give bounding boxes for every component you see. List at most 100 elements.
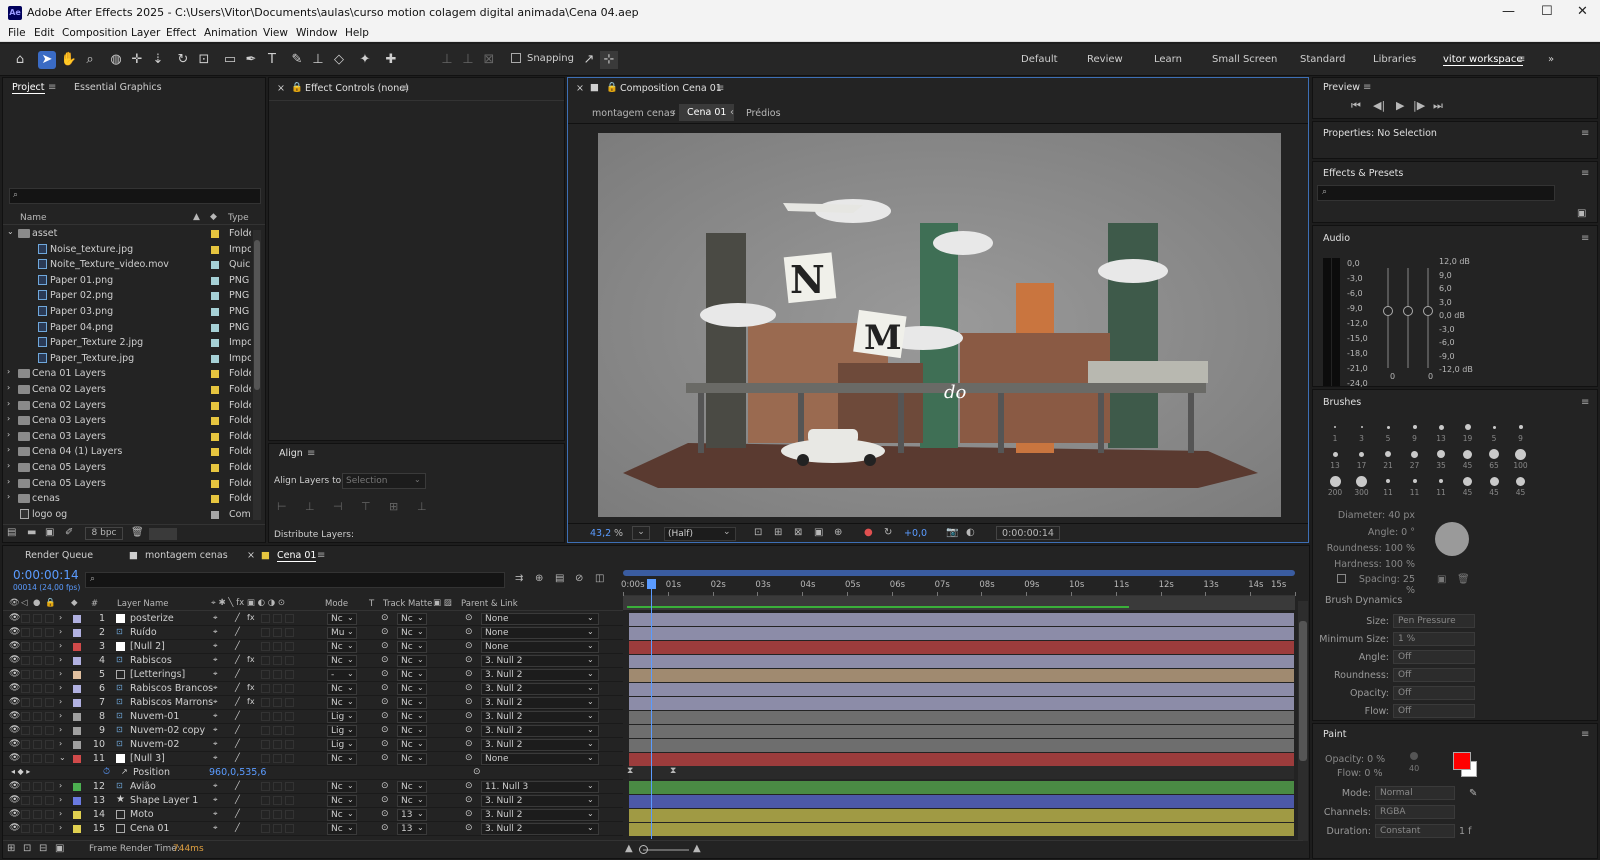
layer-duration-bar[interactable]: [629, 668, 1294, 682]
solo-toggle[interactable]: [33, 796, 42, 805]
chevron-right-icon[interactable]: ›: [7, 477, 10, 486]
adjustment-toggle[interactable]: [273, 824, 282, 833]
motion-blur-toggle[interactable]: [261, 754, 270, 763]
brush-tip[interactable]: 300: [1350, 474, 1374, 499]
transparency-grid-icon[interactable]: ⊞: [774, 527, 782, 538]
visibility-eye-icon[interactable]: 👁: [9, 627, 20, 637]
zoom-in-icon[interactable]: ▲: [693, 843, 701, 854]
workspace-menu-icon[interactable]: ≡: [1517, 54, 1525, 65]
layer-duration-bar[interactable]: [629, 822, 1294, 836]
brushes-menu-icon[interactable]: ≡: [1581, 397, 1589, 408]
visibility-eye-icon[interactable]: 👁: [9, 669, 20, 679]
solo-toggle[interactable]: [33, 824, 42, 833]
parent-dropdown[interactable]: 3. Null 2: [481, 655, 599, 667]
project-item[interactable]: ⌄ asset Folde: [3, 226, 251, 242]
label-swatch[interactable]: [211, 323, 219, 332]
layer-name[interactable]: Moto: [130, 809, 154, 820]
breadcrumb-cena-01[interactable]: Cena 01: [679, 104, 735, 121]
orbit-tool-icon[interactable]: ◍: [107, 51, 125, 69]
table-row[interactable]: 👁 ⌄ 11 [Null 3] ⌖ ╱ Nc ⌄ ⊙ Nc ⌄ ⊙ None ⌄: [3, 752, 623, 766]
track-matte-pickwhip-icon[interactable]: ⊙: [381, 697, 389, 707]
paint-title[interactable]: Paint: [1323, 729, 1347, 740]
layer-duration-bar[interactable]: [629, 612, 1294, 626]
lock-icon[interactable]: 🔒: [606, 82, 618, 93]
motion-blur-toggle[interactable]: [261, 614, 270, 623]
layer-duration-bar[interactable]: [629, 654, 1294, 668]
quality-switch-icon[interactable]: ╱: [235, 725, 240, 734]
column-type[interactable]: Type: [228, 213, 249, 223]
work-area-bar[interactable]: [623, 570, 1295, 576]
timeline-scrollbar[interactable]: [1298, 601, 1308, 841]
zoom-value[interactable]: 43,2: [590, 528, 611, 539]
in-out-icon[interactable]: ⊟: [39, 843, 47, 854]
parent-dropdown[interactable]: 3. Null 2: [481, 683, 599, 695]
solo-toggle[interactable]: [33, 642, 42, 651]
play-icon[interactable]: ▶: [1396, 99, 1404, 112]
track-matte-pickwhip-icon[interactable]: ⊙: [381, 613, 389, 623]
lock-toggle[interactable]: [45, 684, 54, 693]
current-time-indicator[interactable]: [651, 581, 652, 839]
track-matte-pickwhip-icon[interactable]: ⊙: [381, 823, 389, 833]
time-ruler[interactable]: 0:00s 01s 02s 03s 04s 05s 06s 07s 08s 09s 10s 11s 12…: [621, 568, 1296, 612]
effect-controls-menu-icon[interactable]: ≡: [401, 83, 409, 94]
solo-toggle[interactable]: [33, 740, 42, 749]
paint-duration-dropdown[interactable]: Constant: [1375, 824, 1455, 838]
next-frame-icon[interactable]: |▶: [1413, 99, 1425, 112]
label-swatch[interactable]: [211, 261, 219, 270]
label-swatch[interactable]: [73, 755, 81, 763]
layer-name[interactable]: Nuvem-01: [130, 711, 179, 722]
track-matte-pickwhip-icon[interactable]: ⊙: [381, 795, 389, 805]
viewer-timecode[interactable]: 0:00:00:14: [996, 526, 1060, 540]
adjustment-toggle[interactable]: [273, 614, 282, 623]
preview-title[interactable]: Preview: [1323, 82, 1360, 93]
quality-switch-icon[interactable]: ╱: [235, 669, 240, 678]
parent-dropdown[interactable]: None: [481, 753, 599, 765]
parent-dropdown[interactable]: 3. Null 2: [481, 697, 599, 709]
3d-toggle[interactable]: [285, 810, 294, 819]
solo-toggle[interactable]: [33, 698, 42, 707]
quality-switch-icon[interactable]: ╱: [235, 655, 240, 664]
axis-view-icon[interactable]: ⊠: [480, 51, 498, 69]
chevron-right-icon[interactable]: ›: [59, 725, 62, 734]
adjustment-toggle[interactable]: [273, 712, 282, 721]
shy-switch-icon[interactable]: ⌖: [213, 655, 218, 665]
parent-pickwhip-icon[interactable]: ⊙: [465, 655, 473, 665]
3d-view-icon[interactable]: ⊕: [834, 527, 842, 538]
parent-dropdown[interactable]: 3. Null 2: [481, 739, 599, 751]
chevron-right-icon[interactable]: ›: [59, 711, 62, 720]
label-swatch[interactable]: [73, 699, 81, 707]
table-row[interactable]: ◂ ◆ ▸ ⏱ ↗ Position 960,0,535,6 ⊙: [3, 766, 623, 780]
table-row[interactable]: 👁 › 5 [Letterings] ⌖ ╱ - ⌄ ⊙ Nc ⌄ ⊙ 3. Null 2 ⌄: [3, 668, 623, 682]
3d-toggle[interactable]: [285, 684, 294, 693]
layer-duration-bar[interactable]: [629, 808, 1294, 822]
shy-switch-icon[interactable]: ⌖: [213, 627, 218, 637]
delete-brush-icon[interactable]: 🗑: [1457, 574, 1470, 585]
reset-exposure-icon[interactable]: ↻: [884, 527, 892, 538]
layer-name[interactable]: Avião: [130, 781, 156, 792]
layer-name[interactable]: posterize: [130, 613, 174, 624]
align-right-icon[interactable]: ⊣: [333, 500, 343, 513]
align-title[interactable]: Align: [279, 448, 303, 459]
shy-switch-icon[interactable]: ⌖: [213, 641, 218, 651]
layer-name[interactable]: Nuvem-02 copy: [130, 725, 205, 736]
property-value[interactable]: 960,0,535,6: [209, 767, 266, 778]
keyframe-icon[interactable]: ⧗: [670, 766, 676, 776]
layer-name[interactable]: [Letterings]: [130, 669, 185, 680]
parent-dropdown[interactable]: None: [481, 613, 599, 625]
dynamics-dropdown[interactable]: Off: [1393, 650, 1475, 664]
audio-toggle[interactable]: [21, 810, 30, 819]
chevron-down-icon[interactable]: ⌄: [59, 753, 66, 762]
brush-tip[interactable]: 5: [1482, 420, 1506, 445]
visibility-eye-icon[interactable]: 👁: [9, 781, 20, 791]
keyframe-nav-icon[interactable]: ◂ ◆ ▸: [11, 767, 30, 776]
last-frame-icon[interactable]: ⏭: [1433, 99, 1443, 113]
layer-name[interactable]: Rabiscos: [130, 655, 172, 666]
chevron-down-icon[interactable]: ⌄: [7, 227, 14, 236]
playhead-icon[interactable]: [647, 579, 656, 589]
parent-dropdown[interactable]: 3. Null 2: [481, 809, 599, 821]
close-tab-icon[interactable]: ×: [576, 83, 584, 94]
first-frame-icon[interactable]: ⏮: [1351, 99, 1361, 113]
workspace-review[interactable]: Review: [1087, 54, 1123, 65]
clone-stamp-icon[interactable]: ⊥: [309, 51, 327, 69]
audio-toggle[interactable]: [21, 824, 30, 833]
